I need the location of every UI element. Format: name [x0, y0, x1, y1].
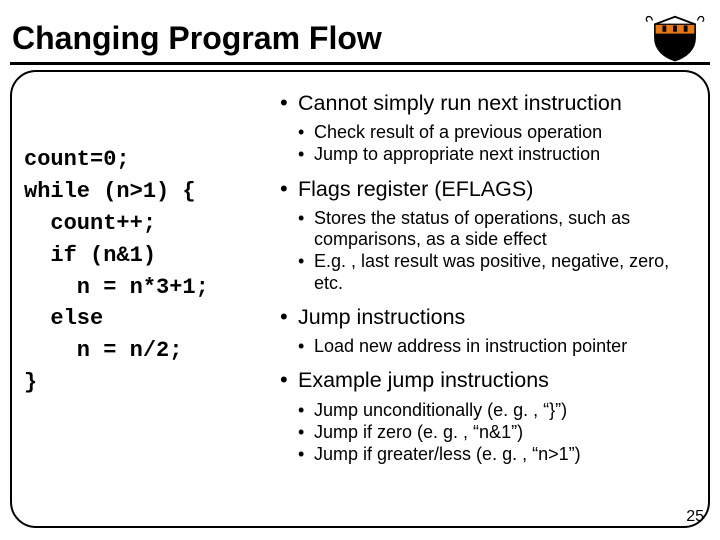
- bullet-l2: Jump if zero (e. g. , “n&1”): [280, 422, 698, 443]
- bullet-sub-3: Load new address in instruction pointer: [280, 336, 698, 357]
- title-underline: [10, 62, 710, 65]
- content-area: count=0; while (n>1) { count++; if (n&1)…: [22, 86, 698, 518]
- bullet-group-1: Cannot simply run next instruction: [280, 90, 698, 116]
- bullet-l1: Jump instructions: [280, 304, 698, 330]
- code-column: count=0; while (n>1) { count++; if (n&1)…: [22, 86, 274, 518]
- bullet-group-2: Flags register (EFLAGS): [280, 176, 698, 202]
- bullet-group-3: Jump instructions: [280, 304, 698, 330]
- bullet-l1: Example jump instructions: [280, 367, 698, 393]
- bullet-l2: E.g. , last result was positive, negativ…: [280, 251, 698, 293]
- bullet-l2: Load new address in instruction pointer: [280, 336, 698, 357]
- slide-title: Changing Program Flow: [10, 20, 382, 57]
- bullet-column: Cannot simply run next instruction Check…: [274, 86, 698, 518]
- slide: Changing Program Flow count=0; while (n>…: [0, 0, 720, 540]
- bullet-l2: Stores the status of operations, such as…: [280, 208, 698, 250]
- bullet-sub-4: Jump unconditionally (e. g. , “}”) Jump …: [280, 400, 698, 466]
- bullet-l2: Jump to appropriate next instruction: [280, 144, 698, 165]
- bullet-l2: Jump unconditionally (e. g. , “}”): [280, 400, 698, 421]
- bullet-l2: Jump if greater/less (e. g. , “n>1”): [280, 444, 698, 465]
- bullet-sub-2: Stores the status of operations, such as…: [280, 208, 698, 294]
- code-block: count=0; while (n>1) { count++; if (n&1)…: [24, 144, 274, 399]
- bullet-l2: Check result of a previous operation: [280, 122, 698, 143]
- bullet-l1: Cannot simply run next instruction: [280, 90, 698, 116]
- bullet-sub-1: Check result of a previous operation Jum…: [280, 122, 698, 165]
- princeton-shield-icon: [640, 12, 710, 64]
- bullet-group-4: Example jump instructions: [280, 367, 698, 393]
- bullet-l1: Flags register (EFLAGS): [280, 176, 698, 202]
- title-bar: Changing Program Flow: [10, 8, 710, 68]
- page-number: 25: [686, 508, 704, 526]
